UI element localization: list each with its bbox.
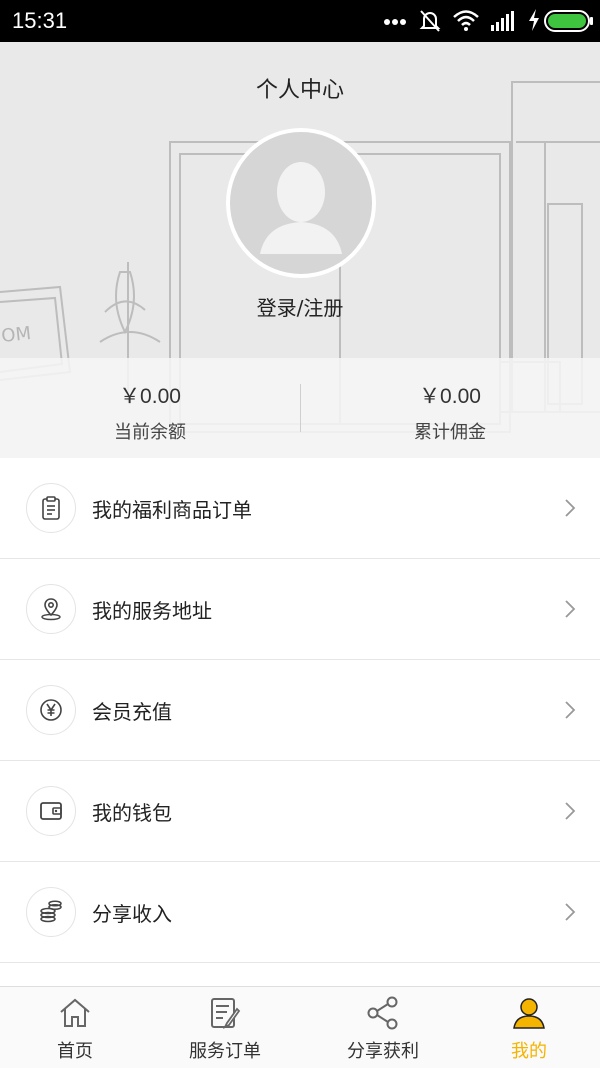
current-balance-label: 当前余额 [114,422,186,443]
menu-item-welfare-orders[interactable]: 我的福利商品订单 [0,458,600,559]
share-icon [367,996,398,1030]
edit-doc-icon [211,998,241,1030]
status-time: 15:31 [12,8,68,33]
chevron-right-icon [565,903,576,921]
chevron-right-icon [565,499,576,517]
charging-bolt-icon [529,9,539,31]
nav-tab-share-profit[interactable]: 分享获利 [308,987,458,1068]
menu-item-member-recharge[interactable]: 会员充值 [0,660,600,761]
menu-item-label: 我的钱包 [92,801,172,825]
nav-tab-service-orders[interactable]: 服务订单 [150,987,300,1068]
current-balance-amount: ￥0.00 [119,385,181,408]
clipboard-icon [42,496,60,520]
menu-item-share-income[interactable]: 分享收入 [0,862,600,963]
more-dots-icon [384,19,406,25]
status-bar: 15:31 [0,0,600,42]
chevron-right-icon [565,600,576,618]
avatar[interactable] [226,128,376,278]
coins-stack-icon [40,900,62,923]
nav-label: 首页 [57,1041,93,1062]
default-avatar-icon [260,162,342,254]
menu-item-label: 我的服务地址 [92,599,212,623]
signal-icon [491,11,514,31]
bottom-nav: 首页 服务订单 分享获利 我的 [0,986,600,1068]
current-balance[interactable]: ￥0.00 当前余额 [0,358,300,458]
total-commission[interactable]: ￥0.00 累计佣金 [300,358,600,458]
location-pin-icon [41,598,61,621]
chevron-right-icon [565,701,576,719]
total-commission-label: 累计佣金 [414,422,486,443]
battery-icon [544,10,593,32]
svg-text:OM: OM [0,323,32,347]
menu-item-label: 我的福利商品订单 [92,498,252,522]
nav-label: 分享获利 [347,1041,419,1062]
balance-stats: ￥0.00 当前余额 ￥0.00 累计佣金 [0,358,600,458]
nav-label: 服务订单 [189,1041,261,1062]
profile-header: OM 个人中心 登录/注册 ￥0.00 当前余额 ￥0.00 累计佣金 [0,42,600,458]
user-icon [513,998,545,1029]
wallet-icon [40,802,62,820]
nav-tab-home[interactable]: 首页 [0,987,150,1068]
yen-coin-icon [40,699,62,721]
home-icon [60,998,90,1027]
page-title: 个人中心 [255,78,344,103]
chevron-right-icon [565,802,576,820]
wifi-icon [453,10,479,31]
menu-item-service-address[interactable]: 我的服务地址 [0,559,600,660]
menu-item-my-wallet[interactable]: 我的钱包 [0,761,600,862]
total-commission-amount: ￥0.00 [419,385,481,408]
nav-tab-mine[interactable]: 我的 [454,987,600,1068]
nav-label: 我的 [511,1041,547,1062]
login-register-link[interactable]: 登录/注册 [0,292,600,321]
menu-item-label: 会员充值 [92,700,172,724]
mute-icon [419,10,441,32]
profile-menu: 我的福利商品订单 我的服务地址 会员充值 我的钱包 分享收入 [0,458,600,963]
menu-item-label: 分享收入 [92,902,172,926]
